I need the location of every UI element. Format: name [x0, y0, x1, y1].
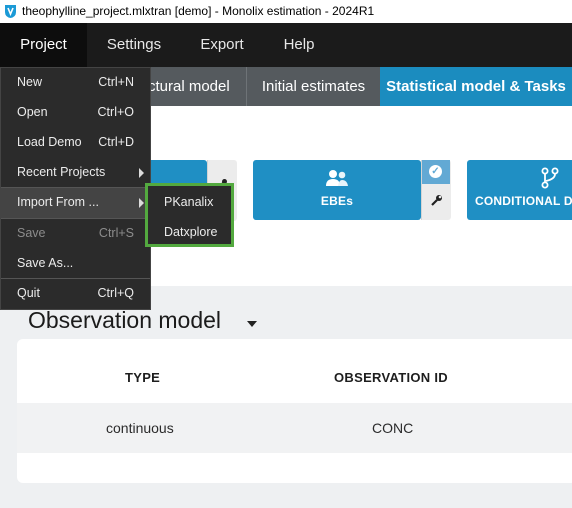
task-ebes-label: EBEs: [320, 194, 354, 208]
caret-down-icon[interactable]: [247, 321, 257, 327]
menu-settings[interactable]: Settings: [89, 23, 179, 67]
submenu-item-pkanalix[interactable]: PKanalix: [148, 187, 231, 216]
menu-item-open-shortcut: Ctrl+O: [97, 105, 134, 119]
task-conditional-distribution-button[interactable]: CONDITIONAL DI: [467, 160, 572, 220]
menu-item-new-shortcut: Ctrl+N: [98, 75, 134, 89]
menu-item-recent-projects[interactable]: Recent Projects: [1, 158, 150, 188]
submenu-item-datxplore-label: Datxplore: [164, 225, 218, 239]
column-header-type: TYPE: [125, 370, 161, 385]
menu-project[interactable]: Project: [0, 23, 87, 67]
tab-structural-model[interactable]: ctural model: [140, 67, 247, 106]
table-row[interactable]: [17, 403, 572, 453]
users-icon: [326, 170, 348, 186]
submenu-item-pkanalix-label: PKanalix: [164, 195, 214, 209]
submenu-item-datxplore[interactable]: Datxplore: [148, 217, 231, 246]
menu-item-new-label: New: [17, 75, 43, 89]
monolix-app-icon: [5, 5, 16, 18]
task-ebes-settings: ✓: [421, 160, 451, 220]
menu-item-quit-label: Quit: [17, 286, 40, 300]
import-from-submenu: PKanalix Datxplore: [145, 183, 234, 247]
branch-icon: [541, 167, 559, 189]
menubar: Project Settings Export Help: [0, 23, 572, 67]
menu-item-import-from-label: Import From ...: [17, 195, 99, 209]
menu-item-save-shortcut: Ctrl+S: [98, 226, 134, 240]
menu-item-import-from[interactable]: Import From ...: [1, 188, 150, 218]
menu-item-open-label: Open: [17, 105, 48, 119]
check-icon: ✓: [429, 165, 442, 178]
task-ebes-button[interactable]: EBEs: [253, 160, 421, 220]
menu-item-new[interactable]: New Ctrl+N: [1, 68, 150, 98]
menu-item-load-demo[interactable]: Load Demo Ctrl+D: [1, 128, 150, 158]
menu-item-load-demo-label: Load Demo: [17, 135, 82, 149]
chevron-right-icon: [139, 168, 144, 178]
menu-item-save-as[interactable]: Save As...: [1, 249, 150, 279]
menu-item-save[interactable]: Save Ctrl+S: [1, 219, 150, 249]
cell-type: continuous: [106, 420, 174, 436]
menu-export[interactable]: Export: [181, 23, 263, 67]
menu-item-load-demo-shortcut: Ctrl+D: [98, 135, 134, 149]
tab-statistical-model-tasks[interactable]: Statistical model & Tasks: [380, 67, 572, 106]
menu-item-quit-shortcut: Ctrl+Q: [97, 286, 134, 300]
menu-item-save-as-label: Save As...: [17, 256, 74, 270]
cell-observation-id: CONC: [372, 420, 414, 436]
menu-item-save-label: Save: [17, 226, 46, 240]
tab-initial-estimates[interactable]: Initial estimates: [248, 67, 379, 106]
window-title-bar: theophylline_project.mlxtran [demo] - Mo…: [0, 0, 572, 23]
menu-item-recent-projects-label: Recent Projects: [17, 165, 106, 179]
task-ebes-enabled-checkbox[interactable]: ✓: [422, 160, 450, 184]
task-conditional-label: CONDITIONAL DI: [475, 194, 572, 208]
observation-model-title: Observation model: [28, 307, 222, 333]
project-menu-dropdown: New Ctrl+N Open Ctrl+O Load Demo Ctrl+D …: [0, 67, 151, 310]
column-header-observation-id: OBSERVATION ID: [334, 370, 448, 385]
menu-item-open[interactable]: Open Ctrl+O: [1, 98, 150, 128]
menu-help[interactable]: Help: [265, 23, 333, 67]
chevron-right-icon: [139, 198, 144, 208]
wrench-icon[interactable]: [430, 194, 443, 207]
menu-item-quit[interactable]: Quit Ctrl+Q: [1, 279, 150, 309]
window-title: theophylline_project.mlxtran [demo] - Mo…: [22, 4, 375, 18]
